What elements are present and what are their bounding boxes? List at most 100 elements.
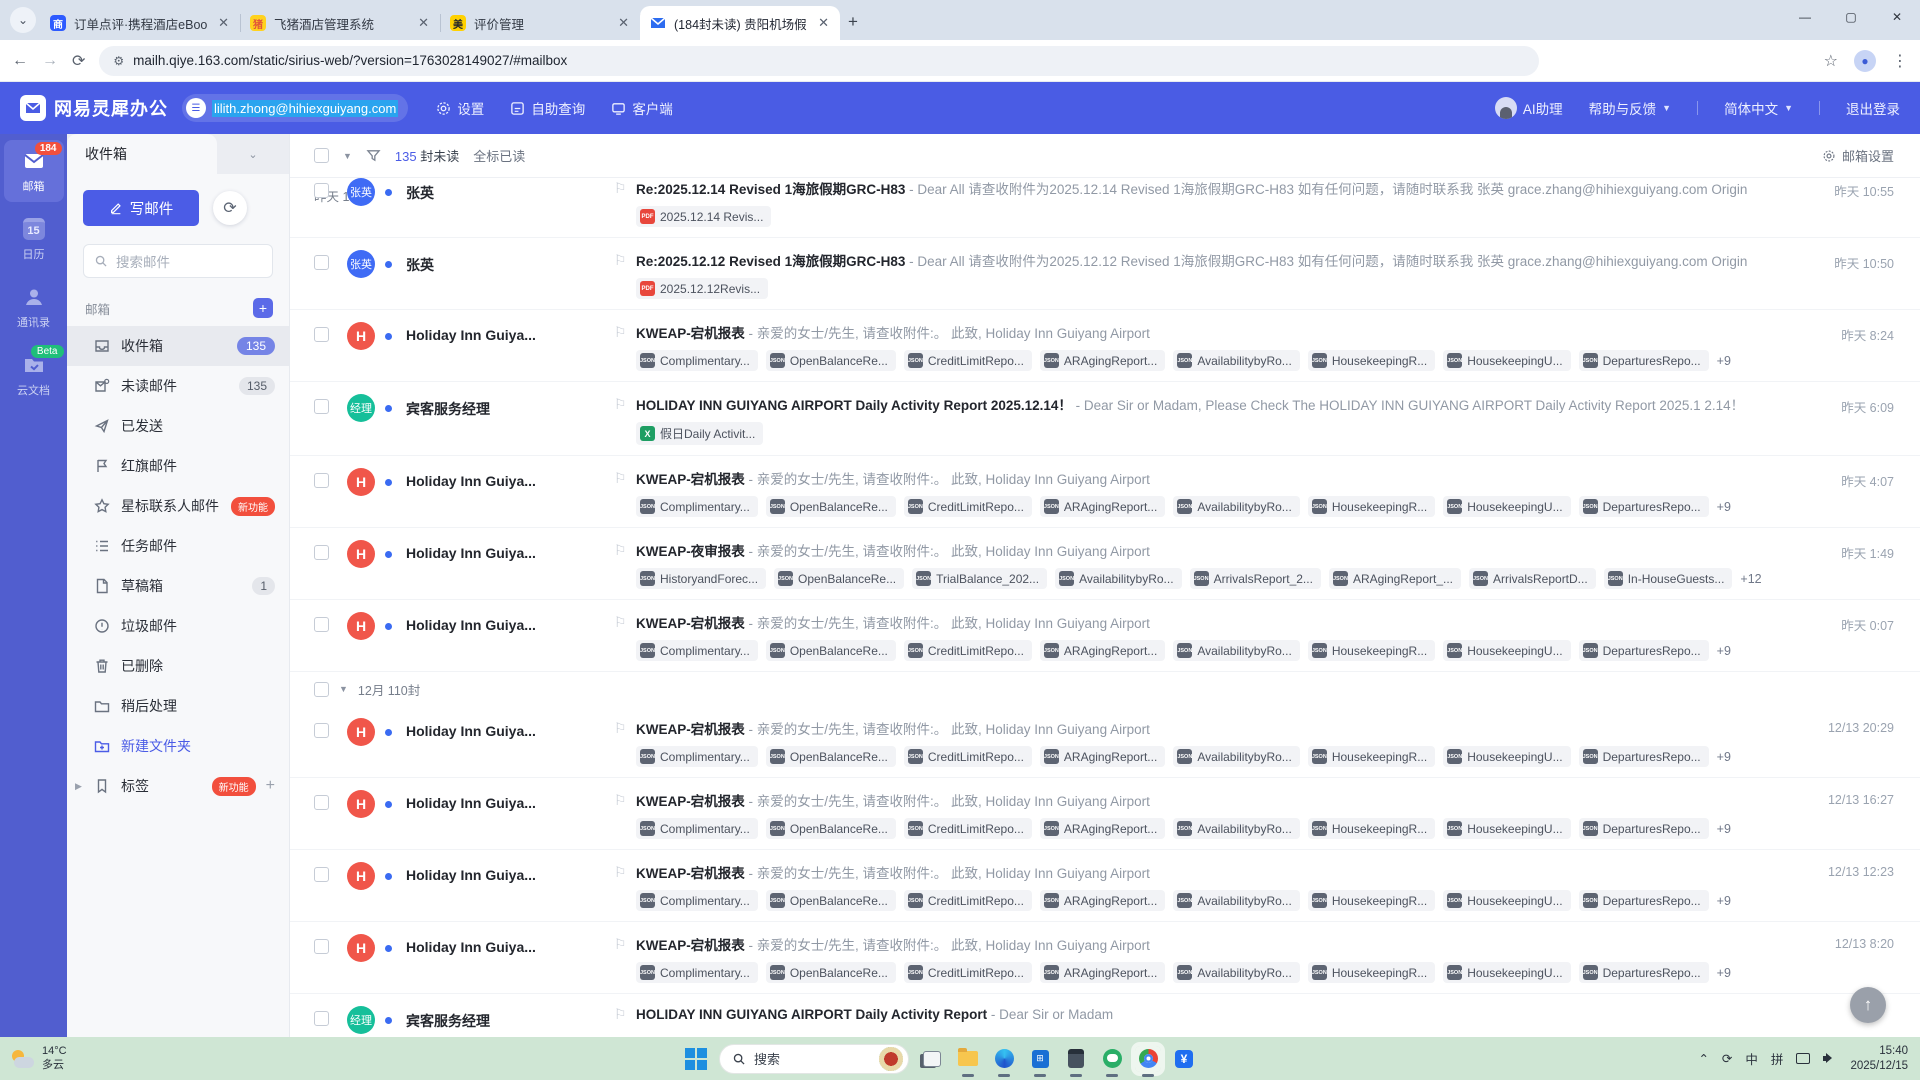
mail-select-checkbox[interactable] — [314, 723, 329, 738]
more-attachments-count[interactable]: +9 — [1717, 822, 1731, 836]
browser-menu-icon[interactable]: ⋮ — [1892, 51, 1908, 71]
attachment-chip[interactable]: JSONHousekeepingU... — [1443, 496, 1570, 517]
mail-row[interactable]: HHoliday Inn Guiya...⚐KWEAP-宕机报表 - 亲爱的女士… — [290, 850, 1920, 922]
attachment-chip[interactable]: JSONDeparturesRepo... — [1579, 890, 1709, 911]
sidebar-item-稍后处理[interactable]: 稍后处理 — [67, 686, 289, 726]
flag-icon[interactable]: ⚐ — [614, 542, 628, 559]
mail-row[interactable]: 经理宾客服务经理⚐HOLIDAY INN GUIYANG AIRPORT Dai… — [290, 382, 1920, 456]
add-label-icon[interactable]: + — [266, 777, 275, 795]
edge-icon[interactable] — [991, 1046, 1017, 1072]
flag-icon[interactable]: ⚐ — [614, 1006, 628, 1023]
attachment-chip[interactable]: JSONArrivalsReport_2... — [1190, 568, 1321, 589]
nav-client[interactable]: 客户端 — [611, 98, 673, 118]
sidebar-item-已删除[interactable]: 已删除 — [67, 646, 289, 686]
new-tab-button[interactable]: + — [848, 12, 858, 32]
attachment-chip[interactable]: JSONAvailabilitybyRo... — [1173, 890, 1300, 911]
compose-button[interactable]: 写邮件 — [83, 190, 199, 226]
mail-row[interactable]: HHoliday Inn Guiya...⚐KWEAP-宕机报表 - 亲爱的女士… — [290, 456, 1920, 528]
browser-tab[interactable]: 猪飞猪酒店管理系统✕ — [240, 6, 440, 40]
attachment-chip[interactable]: JSONComplimentary... — [636, 890, 758, 911]
attachment-chip[interactable]: JSONHousekeepingR... — [1308, 962, 1435, 983]
attachment-chip[interactable]: JSONOpenBalanceRe... — [766, 350, 896, 371]
mail-select-checkbox[interactable] — [314, 939, 329, 954]
attachment-chip[interactable]: X假日Daily Activit... — [636, 422, 763, 445]
chrome-icon[interactable] — [1135, 1046, 1161, 1072]
rail-item-docs[interactable]: 云文档Beta — [4, 344, 64, 406]
attachment-chip[interactable]: JSONCreditLimitRepo... — [904, 890, 1032, 911]
attachment-chip[interactable]: JSONDeparturesRepo... — [1579, 350, 1709, 371]
rail-item-calendar[interactable]: 15日历 — [4, 208, 64, 270]
flag-icon[interactable]: ⚐ — [614, 396, 628, 413]
mail-row[interactable]: HHoliday Inn Guiya...⚐KWEAP-宕机报表 - 亲爱的女士… — [290, 778, 1920, 850]
attachment-chip[interactable]: JSONComplimentary... — [636, 350, 758, 371]
attachment-chip[interactable]: JSONCreditLimitRepo... — [904, 746, 1032, 767]
attachment-chip[interactable]: JSONTrialBalance_202... — [912, 568, 1047, 589]
attachment-chip[interactable]: JSONComplimentary... — [636, 496, 758, 517]
attachment-chip[interactable]: JSONHousekeepingU... — [1443, 890, 1570, 911]
attachment-chip[interactable]: JSONHousekeepingU... — [1443, 746, 1570, 767]
more-attachments-count[interactable]: +12 — [1740, 572, 1761, 586]
calculator-icon[interactable] — [1063, 1046, 1089, 1072]
mail-select-checkbox[interactable] — [314, 545, 329, 560]
folder-tab-collapse-icon[interactable]: ⌄ — [217, 134, 289, 174]
windows-start-button[interactable] — [683, 1046, 709, 1072]
language-menu[interactable]: 简体中文▼ — [1724, 98, 1793, 118]
flag-icon[interactable]: ⚐ — [614, 614, 628, 631]
cast-icon[interactable] — [1796, 1053, 1810, 1064]
nav-self-query[interactable]: 自助查询 — [510, 98, 585, 118]
more-attachments-count[interactable]: +9 — [1717, 894, 1731, 908]
attachment-chip[interactable]: JSONHousekeepingR... — [1308, 746, 1435, 767]
attachment-chip[interactable]: JSONHousekeepingU... — [1443, 350, 1570, 371]
attachment-chip[interactable]: JSONAvailabilitybyRo... — [1055, 568, 1182, 589]
browser-profile-avatar[interactable]: ● — [1854, 50, 1876, 72]
tab-close-icon[interactable]: ✕ — [415, 15, 432, 31]
more-attachments-count[interactable]: +9 — [1717, 354, 1731, 368]
attachment-chip[interactable]: JSONARAgingReport... — [1040, 640, 1165, 661]
logout-button[interactable]: 退出登录 — [1846, 98, 1900, 118]
attachment-chip[interactable]: JSONAvailabilitybyRo... — [1173, 350, 1300, 371]
mail-row[interactable]: 张英张英⚐Re:2025.12.12 Revised 1海旅假期GRC-H83 … — [290, 238, 1920, 310]
mail-select-checkbox[interactable] — [314, 327, 329, 342]
mail-select-checkbox[interactable] — [314, 473, 329, 488]
attachment-chip[interactable]: JSONDeparturesRepo... — [1579, 746, 1709, 767]
taskbar-clock[interactable]: 15:402025/12/15 — [1850, 1044, 1908, 1074]
attachment-chip[interactable]: JSONHousekeepingR... — [1308, 640, 1435, 661]
attachment-chip[interactable]: JSONCreditLimitRepo... — [904, 640, 1032, 661]
attachment-chip[interactable]: JSONHousekeepingR... — [1308, 496, 1435, 517]
attachment-chip[interactable]: JSONARAgingReport_... — [1329, 568, 1461, 589]
attachment-chip[interactable]: JSONARAgingReport... — [1040, 350, 1165, 371]
tray-expand-icon[interactable]: ⌃ — [1698, 1051, 1708, 1066]
attachment-chip[interactable]: JSONARAgingReport... — [1040, 962, 1165, 983]
rail-item-contacts[interactable]: 通讯录 — [4, 276, 64, 338]
attachment-chip[interactable]: JSONComplimentary... — [636, 962, 758, 983]
group-select-checkbox[interactable] — [314, 682, 329, 697]
attachment-chip[interactable]: JSONAvailabilitybyRo... — [1173, 962, 1300, 983]
tray-sync-icon[interactable]: ⟳ — [1722, 1051, 1732, 1066]
attachment-chip[interactable]: JSONOpenBalanceRe... — [766, 890, 896, 911]
attachment-chip[interactable]: JSONOpenBalanceRe... — [774, 568, 904, 589]
mail-row[interactable]: HHoliday Inn Guiya...⚐KWEAP-宕机报表 - 亲爱的女士… — [290, 600, 1920, 672]
rail-item-mail[interactable]: 邮箱184 — [4, 140, 64, 202]
flag-icon[interactable]: ⚐ — [614, 180, 628, 197]
attachment-chip[interactable]: PDF2025.12.12Revis... — [636, 278, 768, 299]
expand-caret-icon[interactable]: ▶ — [75, 781, 82, 792]
mail-select-checkbox[interactable] — [314, 1011, 329, 1026]
mail-row[interactable]: HHoliday Inn Guiya...⚐KWEAP-宕机报表 - 亲爱的女士… — [290, 706, 1920, 778]
attachment-chip[interactable]: JSONARAgingReport... — [1040, 496, 1165, 517]
attachment-chip[interactable]: JSONHousekeepingR... — [1308, 890, 1435, 911]
tab-close-icon[interactable]: ✕ — [615, 15, 632, 31]
browser-tab[interactable]: 美评价管理✕ — [440, 6, 640, 40]
help-feedback-menu[interactable]: 帮助与反馈▼ — [1589, 98, 1671, 118]
more-attachments-count[interactable]: +9 — [1717, 644, 1731, 658]
add-folder-icon[interactable]: + — [253, 298, 273, 318]
file-explorer-icon[interactable] — [955, 1046, 981, 1072]
taskbar-weather-widget[interactable]: 14°C多云 — [0, 1045, 260, 1073]
browser-tab[interactable]: (184封未读) 贵阳机场假日酒...✕ — [640, 6, 840, 40]
attachment-chip[interactable]: JSONARAgingReport... — [1040, 746, 1165, 767]
mail-select-checkbox[interactable] — [314, 617, 329, 632]
attachment-chip[interactable]: JSONCreditLimitRepo... — [904, 818, 1032, 839]
tab-search-chevron-icon[interactable]: ⌄ — [10, 7, 36, 33]
attachment-chip[interactable]: JSONOpenBalanceRe... — [766, 640, 896, 661]
flag-icon[interactable]: ⚐ — [614, 252, 628, 269]
tab-close-icon[interactable]: ✕ — [815, 15, 832, 31]
